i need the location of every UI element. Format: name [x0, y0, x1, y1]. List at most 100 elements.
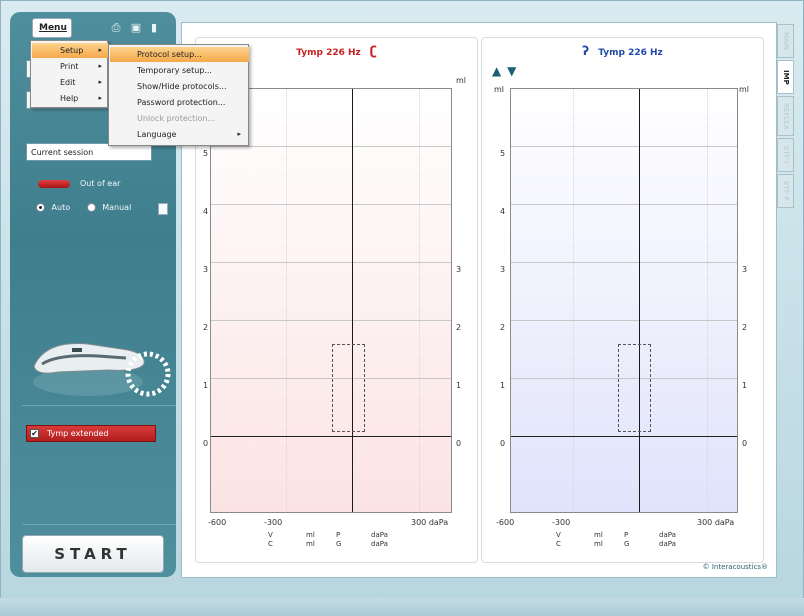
tymp-extended-toggle[interactable]: ✔ Tymp extended [26, 425, 156, 442]
scale-down-arrow-icon[interactable]: ▼ [507, 64, 517, 78]
panel-title-text: Tymp 226 Hz [296, 48, 361, 58]
y-tick: 2 [203, 323, 209, 332]
tab-main[interactable]: MAIN [777, 24, 794, 58]
menu-item-label: Language [137, 130, 177, 139]
y-unit-label: ml [494, 85, 505, 94]
gridline [211, 320, 451, 321]
auto-label: Auto [51, 203, 71, 212]
readout-label: C [556, 540, 561, 548]
submenu-item-show-hide-protocols[interactable]: Show/Hide protocols... [110, 79, 249, 94]
panel-title: ʔ Tymp 226 Hz [482, 44, 763, 58]
grid-vertical [286, 89, 287, 512]
submenu-arrow-icon: ▸ [98, 62, 102, 70]
tab-reflex[interactable]: REFLEX [777, 96, 794, 136]
menu-item-label: Print [60, 62, 79, 71]
y-tick: 4 [203, 207, 209, 216]
y-tick: 2 [500, 323, 506, 332]
y-tick: 5 [500, 149, 506, 158]
y-unit-label-right: ml [739, 85, 750, 94]
tab-etf-i[interactable]: ETF-I [777, 138, 794, 172]
readout-unit: daPa [371, 540, 388, 548]
readout-label: V [268, 531, 273, 539]
brand-label: © Interacoustics® [702, 563, 768, 571]
manual-radio[interactable] [86, 203, 96, 212]
submenu-item-language[interactable]: Language ▸ [110, 127, 249, 142]
submenu-item-password-protection[interactable]: Password protection... [110, 95, 249, 110]
normal-range-box [618, 344, 651, 432]
door-icon[interactable]: ▮ [148, 21, 160, 34]
readout-label: P [336, 531, 341, 539]
tymp-readout: V ml P daPa C ml G daPa [554, 531, 704, 553]
y-tick-right: 0 [456, 439, 462, 448]
gridline [511, 146, 737, 147]
probe-image [33, 342, 171, 397]
grid-vertical [707, 89, 708, 512]
start-button[interactable]: START [22, 535, 164, 573]
tab-etf-p[interactable]: ETF-P [777, 174, 794, 208]
submenu-item-temporary-setup[interactable]: Temporary setup... [110, 63, 249, 78]
submenu-arrow-icon: ▸ [98, 94, 102, 102]
y-tick-right: 1 [742, 381, 748, 390]
menu-item-label: Edit [60, 78, 76, 87]
y-tick: 0 [203, 439, 209, 448]
y-tick: 5 [203, 149, 209, 158]
zero-pressure-line [639, 89, 640, 512]
submenu-arrow-icon: ▸ [98, 78, 102, 86]
readout-unit: daPa [659, 540, 676, 548]
readout-unit: daPa [659, 531, 676, 539]
auto-radio[interactable] [36, 203, 45, 212]
readout-unit: ml [306, 540, 315, 548]
readout-label: P [624, 531, 629, 539]
menu-button[interactable]: Menu [32, 18, 72, 38]
setup-submenu: Protocol setup... Temporary setup... Sho… [108, 44, 249, 146]
menu-item-help[interactable]: Help ▸ [32, 91, 108, 106]
gridline [211, 204, 451, 205]
tab-imp[interactable]: IMP [777, 60, 794, 94]
menu-item-edit[interactable]: Edit ▸ [32, 75, 108, 90]
menu-item-label: Help [60, 94, 79, 103]
status-bar [0, 598, 804, 616]
menu-item-print[interactable]: Print ▸ [32, 59, 108, 74]
grid-vertical [419, 89, 420, 512]
x-tick: -600 [496, 518, 515, 527]
y-tick: 4 [500, 207, 506, 216]
scale-arrows: ▲ ▼ [492, 64, 517, 78]
main-content: Tymp 226 Hz ʗ ml 5 4 3 2 1 0 3 2 1 0 -60… [181, 22, 777, 578]
readout-unit: ml [594, 531, 603, 539]
gridline [211, 378, 451, 379]
sidebar-divider [22, 405, 176, 406]
readout-unit: daPa [371, 531, 388, 539]
printer-icon[interactable]: ⎙ [110, 21, 122, 34]
save-icon[interactable]: ▣ [130, 21, 142, 34]
grid-vertical [573, 89, 574, 512]
menu-item-setup[interactable]: Setup ▸ [32, 43, 108, 58]
tymp-plot[interactable] [510, 88, 738, 513]
y-tick-right: 2 [456, 323, 462, 332]
left-ear-icon: ʔ [582, 44, 590, 58]
gridline [211, 146, 451, 147]
y-tick: 1 [203, 381, 209, 390]
right-ear-icon: ʗ [369, 44, 377, 58]
y-unit-label: ml [456, 76, 467, 85]
y-tick-right: 3 [742, 265, 748, 274]
x-tick: -300 [552, 518, 571, 527]
tymp-readout: V ml P daPa C ml G daPa [266, 531, 416, 553]
y-tick-right: 0 [742, 439, 748, 448]
module-tabs: MAIN IMP REFLEX ETF-I ETF-P [777, 24, 795, 224]
tymp-plot[interactable] [210, 88, 452, 513]
y-tick: 1 [500, 381, 506, 390]
zero-line [511, 436, 737, 437]
tymp-extended-checkbox[interactable]: ✔ [30, 429, 39, 438]
sidebar-toolbar: Menu ⎙ ▣ ▮ [30, 18, 165, 40]
probe-status-label: Out of ear [80, 179, 121, 188]
menu-item-label: Setup [60, 46, 84, 55]
readout-label: V [556, 531, 561, 539]
sidebar-divider [22, 524, 176, 525]
scale-up-arrow-icon[interactable]: ▲ [492, 64, 502, 78]
x-tick: -600 [208, 518, 227, 527]
submenu-arrow-icon: ▸ [237, 130, 241, 138]
panel-title-text: Tymp 226 Hz [598, 48, 663, 58]
submenu-item-protocol-setup[interactable]: Protocol setup... [110, 47, 249, 62]
note-icon[interactable] [158, 203, 168, 215]
gridline [511, 262, 737, 263]
